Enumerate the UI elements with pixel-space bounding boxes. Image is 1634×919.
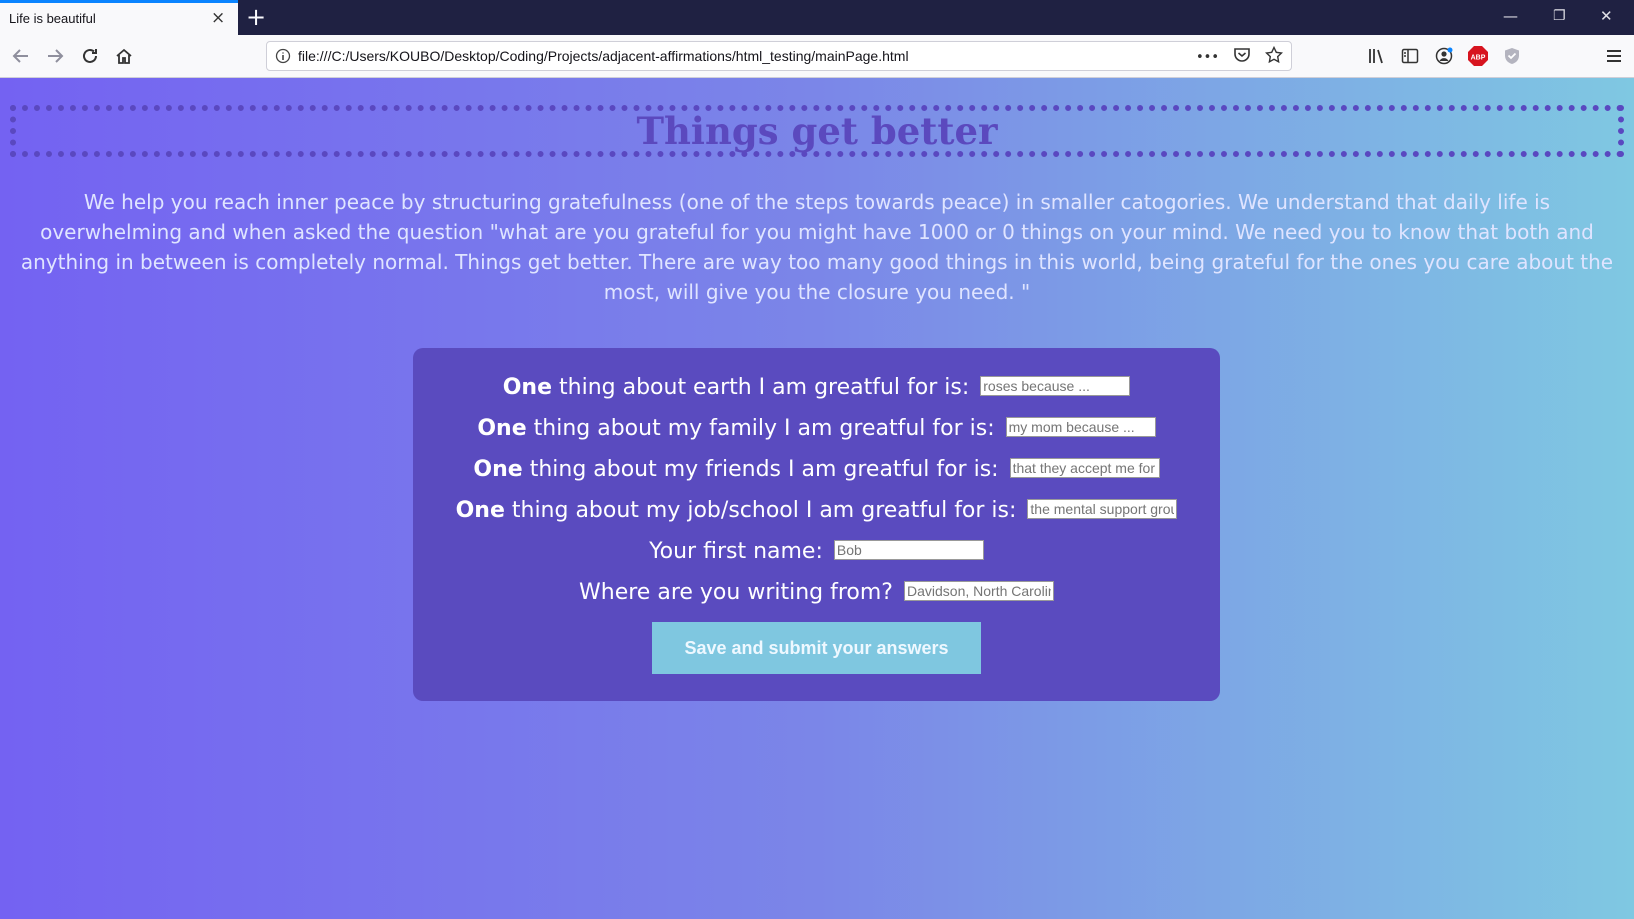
friends-gratitude-input[interactable] xyxy=(1009,458,1160,478)
form-row-name: Your first name: xyxy=(413,539,1220,564)
pocket-icon[interactable] xyxy=(1233,46,1251,68)
row-label: thing about my friends I am greatful for… xyxy=(522,457,1006,482)
bookmark-star-icon[interactable] xyxy=(1264,45,1284,68)
forward-icon[interactable] xyxy=(43,44,67,68)
row-label: thing about earth I am greatful for is: xyxy=(552,375,977,400)
earth-gratitude-input[interactable] xyxy=(980,376,1131,396)
tab-bar: Life is beautiful × + — ❐ ✕ xyxy=(0,0,1634,35)
url-text[interactable]: file:///C:/Users/KOUBO/Desktop/Coding/Pr… xyxy=(298,48,909,64)
row-label: thing about my job/school I am greatful … xyxy=(504,498,1024,523)
tab-close-icon[interactable]: × xyxy=(211,9,225,27)
back-icon[interactable] xyxy=(9,44,33,68)
family-gratitude-input[interactable] xyxy=(1005,417,1156,437)
site-info-icon[interactable] xyxy=(275,48,291,68)
tab-title: Life is beautiful xyxy=(9,11,96,26)
form-row-friends: One thing about my friends I am greatful… xyxy=(413,457,1220,482)
navigation-toolbar: file:///C:/Users/KOUBO/Desktop/Coding/Pr… xyxy=(0,35,1634,78)
row-emphasis: One xyxy=(477,416,527,441)
page-title: Things get better xyxy=(636,109,998,153)
reload-icon[interactable] xyxy=(78,44,102,68)
url-bar[interactable]: file:///C:/Users/KOUBO/Desktop/Coding/Pr… xyxy=(266,41,1292,71)
submit-button[interactable]: Save and submit your answers xyxy=(652,622,981,674)
close-window-icon[interactable]: ✕ xyxy=(1600,6,1613,26)
new-tab-icon[interactable]: + xyxy=(246,4,266,30)
browser-tab[interactable]: Life is beautiful × xyxy=(0,0,238,35)
account-icon[interactable] xyxy=(1432,44,1456,68)
page-header: Things get better xyxy=(10,105,1624,157)
svg-text:ABP: ABP xyxy=(1471,55,1486,62)
row-emphasis: One xyxy=(473,457,523,482)
row-emphasis: One xyxy=(455,498,505,523)
job-gratitude-input[interactable] xyxy=(1027,499,1178,519)
form-row-family: One thing about my family I am greatful … xyxy=(413,416,1220,441)
form-row-location: Where are you writing from? xyxy=(413,580,1220,605)
menu-icon[interactable] xyxy=(1602,44,1626,68)
row-label: Where are you writing from? xyxy=(579,580,900,605)
minimize-icon[interactable]: — xyxy=(1503,6,1518,26)
gratitude-form: One thing about earth I am greatful for … xyxy=(413,348,1220,701)
intro-paragraph: We help you reach inner peace by structu… xyxy=(20,190,1614,304)
form-row-job: One thing about my job/school I am great… xyxy=(413,498,1220,523)
restore-icon[interactable]: ❐ xyxy=(1553,6,1566,26)
adblock-icon[interactable]: ABP xyxy=(1466,44,1490,68)
page-content: Things get better We help you reach inne… xyxy=(0,78,1634,919)
shield-icon[interactable] xyxy=(1500,44,1524,68)
home-icon[interactable] xyxy=(112,44,136,68)
page-actions-icon[interactable]: ••• xyxy=(1196,50,1219,65)
row-label: Your first name: xyxy=(649,539,830,564)
sidebar-icon[interactable] xyxy=(1398,44,1422,68)
row-emphasis: One xyxy=(502,375,553,400)
form-row-earth: One thing about earth I am greatful for … xyxy=(413,375,1220,400)
library-icon[interactable] xyxy=(1364,44,1388,68)
row-label: thing about my family I am greatful for … xyxy=(526,416,1002,441)
first-name-input[interactable] xyxy=(833,540,984,560)
location-input[interactable] xyxy=(903,581,1054,601)
